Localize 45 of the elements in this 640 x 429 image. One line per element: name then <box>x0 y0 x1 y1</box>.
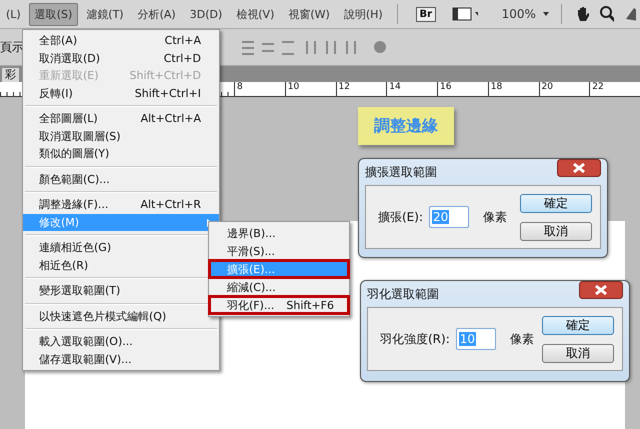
dialog-button[interactable]: 取消 <box>542 344 614 362</box>
film-frame-icon[interactable] <box>452 6 478 22</box>
menu-item[interactable]: 載入選取範圍(O)... <box>23 333 219 350</box>
unit-label: 像素 <box>510 330 534 348</box>
menu-item[interactable]: 全部圖層(L) Alt+Ctrl+A <box>23 110 219 128</box>
menu-bar-item[interactable]: 選取(S) <box>28 2 78 26</box>
dialog-title: 擴張選取範圍 <box>365 164 437 180</box>
close-icon[interactable] <box>579 281 623 299</box>
zoom-dropdown[interactable]: 100% <box>502 7 536 21</box>
menu-bar-item[interactable]: (L) <box>0 4 27 24</box>
menu-bar-item[interactable]: 檢視(V) <box>230 2 280 26</box>
menu-bar-item[interactable]: 分析(A) <box>132 2 182 26</box>
menu-item[interactable]: 全部(A) Ctrl+A <box>23 32 219 50</box>
bridge-button[interactable]: Br <box>416 6 436 22</box>
menu-item[interactable]: 羽化(F)... Shift+F6 <box>209 296 349 314</box>
dialog-button[interactable]: 取消 <box>520 222 592 240</box>
ruler-number: 22 <box>589 82 640 96</box>
dialog-title: 羽化選取範圍 <box>367 286 439 302</box>
menu-bar-item[interactable]: 說明(H) <box>338 2 389 26</box>
ruler-number: 16 <box>437 82 488 96</box>
ruler-number: 12 <box>336 82 386 96</box>
menu-item[interactable]: 縮減(C)... <box>209 278 349 296</box>
menu-item[interactable]: 平滑(S)... <box>209 242 349 260</box>
search-icon[interactable] <box>598 5 614 23</box>
close-icon[interactable] <box>557 159 601 177</box>
menu-bar-item[interactable]: 視窗(W) <box>282 2 336 26</box>
field-label: 擴張(E): <box>378 208 423 226</box>
menu-item[interactable]: 取消選取圖層(S) <box>23 128 219 145</box>
document-tab[interactable]: 彩 <box>2 68 19 82</box>
dialog-button[interactable]: 確定 <box>520 194 592 212</box>
ruler-number: 10 <box>284 82 336 96</box>
unit-label: 像素 <box>483 208 507 226</box>
menu-item[interactable]: 調整邊緣(F)... Alt+Ctrl+R <box>23 196 219 214</box>
field-label: 羽化強度(R): <box>380 330 450 348</box>
ruler-number: 14 <box>386 82 437 96</box>
caption-label: 調整邊緣 <box>358 107 454 145</box>
menu-item[interactable]: 類似的圖層(Y) <box>23 145 219 162</box>
ruler-number: 20 <box>538 82 590 96</box>
menu-item[interactable]: 取消選取(D) Ctrl+D <box>23 50 219 67</box>
menu-bar-item[interactable]: 3D(D) <box>184 4 228 24</box>
menu-item[interactable]: 顏色範圍(C)... <box>23 170 219 188</box>
menu-item[interactable]: 反轉(I) Shift+Ctrl+I <box>23 84 219 102</box>
menu-bar-item[interactable]: 濾鏡(T) <box>80 2 130 26</box>
dialog-button[interactable]: 確定 <box>542 316 614 334</box>
menu-item[interactable]: 儲存選取範圍(V)... <box>23 350 219 368</box>
